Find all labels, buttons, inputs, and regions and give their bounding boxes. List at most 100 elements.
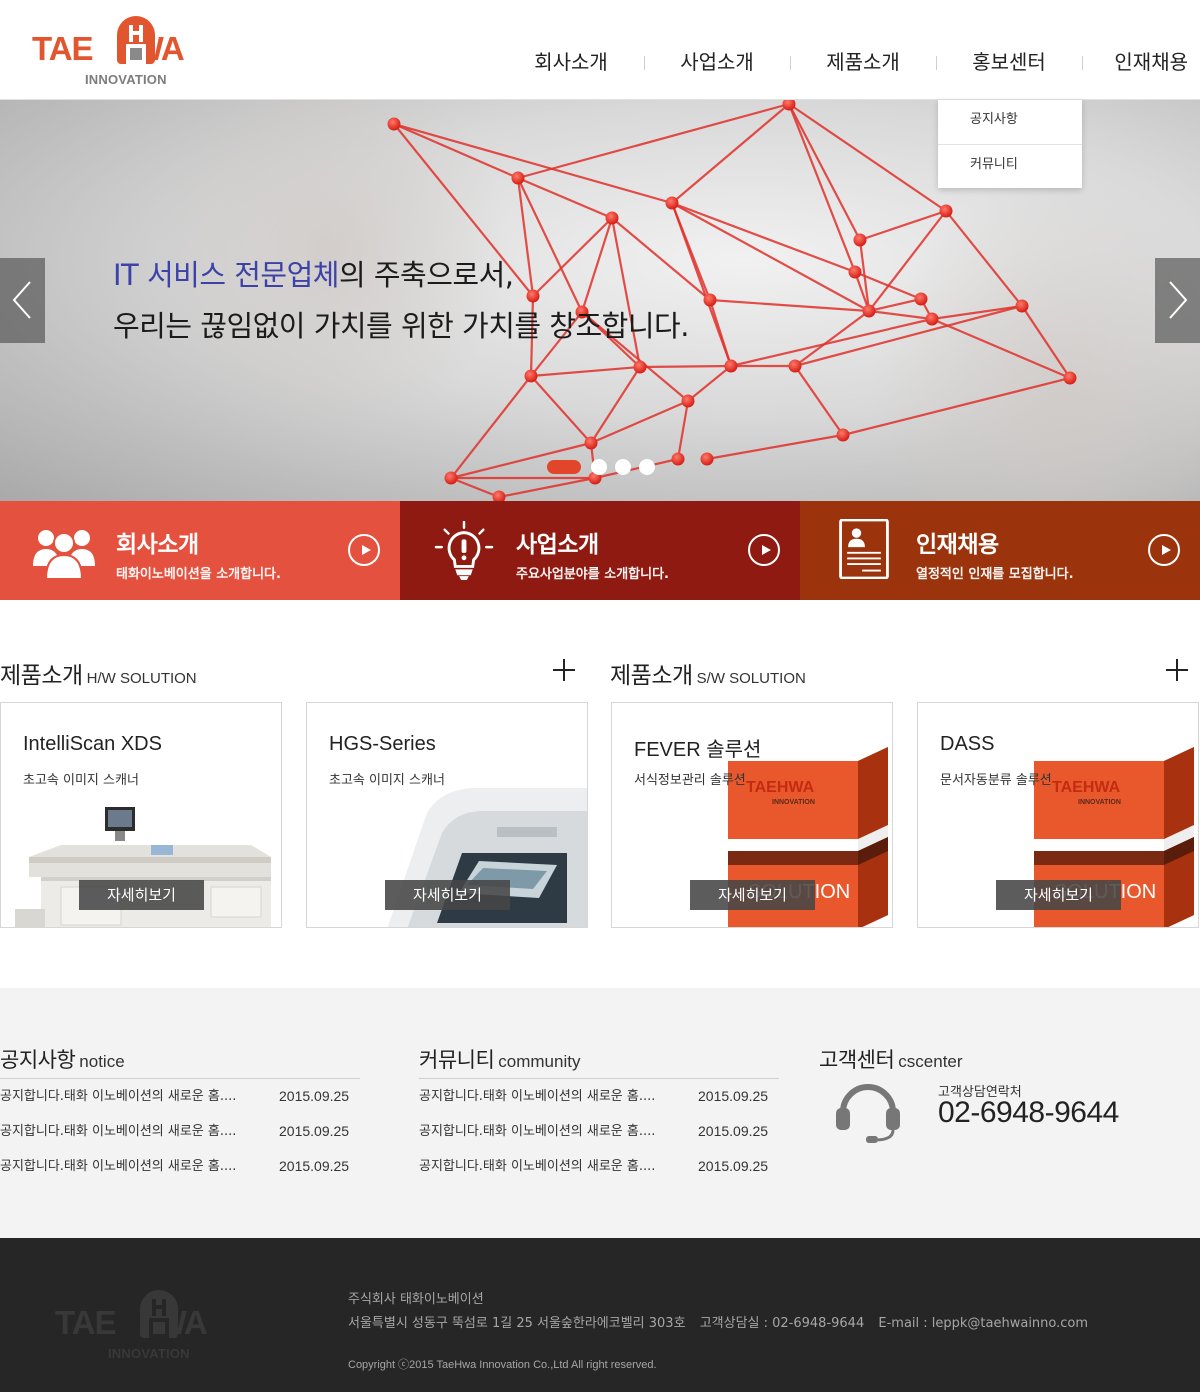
notice-row[interactable]: 공지합니다.태화 이노베이션의 새로운 홈.... 2015.09.25 [0, 1079, 360, 1114]
section-title: 제품소개 [610, 663, 693, 689]
detail-button[interactable]: 자세히보기 [385, 880, 510, 910]
logo[interactable]: TAE WA INNOVATION [32, 16, 222, 88]
section-title: 제품소개 [0, 663, 83, 689]
board-title: 고객센터 [819, 1048, 895, 1072]
product-card-hgs-series[interactable]: HGS-Series 초고속 이미지 스캐너 자세히보기 [306, 702, 588, 928]
product-card-intelliscan[interactable]: IntelliScan XDS 초고속 이미지 스캐너 자세히보기 [0, 702, 282, 928]
chevron-right-icon [1169, 281, 1188, 319]
network-edge [498, 476, 596, 499]
nav-item-products[interactable]: 제품소개 [790, 40, 936, 84]
nav-item-business[interactable]: 사업소개 [644, 40, 790, 84]
network-edge [708, 299, 733, 367]
product-name: DASS [940, 733, 995, 755]
row-date: 2015.09.25 [698, 1158, 769, 1174]
notice-heading: 공지사항 notice [0, 1044, 360, 1079]
row-title: 공지합니다.태화 이노베이션의 새로운 홈.... [0, 1159, 237, 1174]
community-row[interactable]: 공지합니다.태화 이노베이션의 새로운 홈.... 2015.09.25 [419, 1149, 779, 1184]
network-node [671, 452, 685, 466]
hero-headline-rest: 의 주축으로서, [338, 258, 514, 292]
play-circle-icon[interactable] [748, 534, 780, 566]
network-edge [671, 202, 870, 312]
slider-dot-2[interactable] [591, 459, 607, 475]
network-edge [709, 298, 870, 313]
chevron-left-icon [12, 281, 31, 319]
logo-wordmark: TAE WA [55, 1304, 208, 1341]
network-edge [859, 209, 947, 242]
quick-card-business[interactable]: 사업소개 주요사업분야를 소개합니다. [400, 501, 800, 600]
product-name: HGS-Series [329, 733, 436, 755]
notice-row[interactable]: 공지합니다.태화 이노베이션의 새로운 홈.... 2015.09.25 [0, 1149, 360, 1184]
box-brand-sub: INNOVATION [772, 799, 815, 806]
people-icon [33, 530, 95, 580]
network-edge [671, 201, 856, 274]
network-node [788, 359, 802, 373]
row-date: 2015.09.25 [698, 1088, 769, 1104]
nav-item-recruit[interactable]: 인재채용 [1082, 40, 1200, 84]
resume-icon [839, 519, 889, 579]
slider-dot-4[interactable] [639, 459, 655, 475]
board-subtitle: community [498, 1052, 581, 1071]
network-edge [639, 364, 732, 369]
section-subtitle: S/W SOLUTION [696, 670, 806, 687]
logo-h-mark [140, 1290, 178, 1338]
pr-center-submenu: 공지사항 커뮤니티 [938, 100, 1082, 188]
network-node [848, 265, 862, 279]
network-node [925, 312, 939, 326]
row-title: 공지합니다.태화 이노베이션의 새로운 홈.... [0, 1124, 237, 1139]
network-node [605, 211, 619, 225]
product-description: 서식정보관리 솔루션 [634, 773, 746, 788]
hw-more-plus-icon[interactable] [553, 659, 575, 681]
network-node [633, 360, 647, 374]
network-edge [530, 375, 592, 444]
network-node [914, 292, 928, 306]
notice-row[interactable]: 공지합니다.태화 이노베이션의 새로운 홈.... 2015.09.25 [0, 1114, 360, 1149]
product-card-fever[interactable]: FEVER 솔루션 서식정보관리 솔루션 TAEHWA INNOVATION S… [611, 702, 893, 928]
network-node [387, 117, 401, 131]
play-circle-icon[interactable] [348, 534, 380, 566]
footer-info: 주식회사 태화이노베이션 서울특별시 성동구 뚝섬로 1길 25 서울숲한라에코… [348, 1288, 1088, 1336]
detail-button[interactable]: 자세히보기 [690, 880, 815, 910]
box-brand-sub: INNOVATION [1078, 799, 1121, 806]
section-subtitle: H/W SOLUTION [86, 670, 197, 687]
row-date: 2015.09.25 [698, 1123, 769, 1139]
slider-dot-1[interactable] [547, 460, 581, 474]
nav-item-company[interactable]: 회사소개 [498, 40, 644, 84]
slider-dot-3[interactable] [615, 459, 631, 475]
community-row[interactable]: 공지합니다.태화 이노베이션의 새로운 홈.... 2015.09.25 [419, 1114, 779, 1149]
cs-phone-number[interactable]: 02-6948-9644 [938, 1096, 1119, 1130]
quick-card-title: 인재채용 [916, 532, 999, 558]
row-title: 공지합니다.태화 이노베이션의 새로운 홈.... [419, 1159, 656, 1174]
network-node [724, 359, 738, 373]
hero-next-button[interactable] [1155, 258, 1200, 343]
detail-button[interactable]: 자세히보기 [79, 880, 204, 910]
board-subtitle: cscenter [898, 1052, 963, 1071]
hero-headline-accent: IT 서비스 전문업체 [113, 258, 339, 292]
footer-company: 주식회사 태화이노베이션 [348, 1292, 484, 1307]
detail-button[interactable]: 자세히보기 [996, 880, 1121, 910]
community-row[interactable]: 공지합니다.태화 이노베이션의 새로운 홈.... 2015.09.25 [419, 1079, 779, 1114]
hero-headline-line2: 우리는 끊임없이 가치를 위한 가치를 창조합니다. [113, 309, 689, 343]
play-circle-icon[interactable] [1148, 534, 1180, 566]
row-title: 공지합니다.태화 이노베이션의 새로운 홈.... [419, 1089, 656, 1104]
quick-card-company[interactable]: 회사소개 태화이노베이션을 소개합니다. [0, 501, 400, 600]
nav-item-pr-center[interactable]: 홍보센터 [936, 40, 1082, 84]
network-edge [517, 176, 613, 220]
sw-more-plus-icon[interactable] [1166, 659, 1188, 681]
network-edge [687, 365, 732, 402]
notice-board: 공지사항 notice 공지합니다.태화 이노베이션의 새로운 홈.... 2015… [0, 1044, 360, 1184]
network-edge [530, 365, 641, 378]
board-subtitle: notice [79, 1052, 125, 1071]
product-card-dass[interactable]: DASS 문서자동분류 솔루션 TAEHWA INNOVATION SOLUTI… [917, 702, 1199, 928]
main-nav: 회사소개 사업소개 제품소개 홍보센터 인재채용 [498, 40, 1200, 84]
quick-card-recruit[interactable]: 인재채용 열정적인 인재를 모집합니다. [800, 501, 1200, 600]
row-date: 2015.09.25 [279, 1158, 350, 1174]
box-brand: TAEHWA [746, 779, 815, 796]
hero-prev-button[interactable] [0, 258, 45, 343]
submenu-item-notice[interactable]: 공지사항 [938, 100, 1082, 144]
submenu-item-community[interactable]: 커뮤니티 [938, 144, 1082, 188]
network-node [1015, 299, 1029, 313]
row-date: 2015.09.25 [279, 1088, 350, 1104]
row-date: 2015.09.25 [279, 1123, 350, 1139]
network-node [511, 171, 525, 185]
product-description: 문서자동분류 솔루션 [940, 773, 1052, 788]
